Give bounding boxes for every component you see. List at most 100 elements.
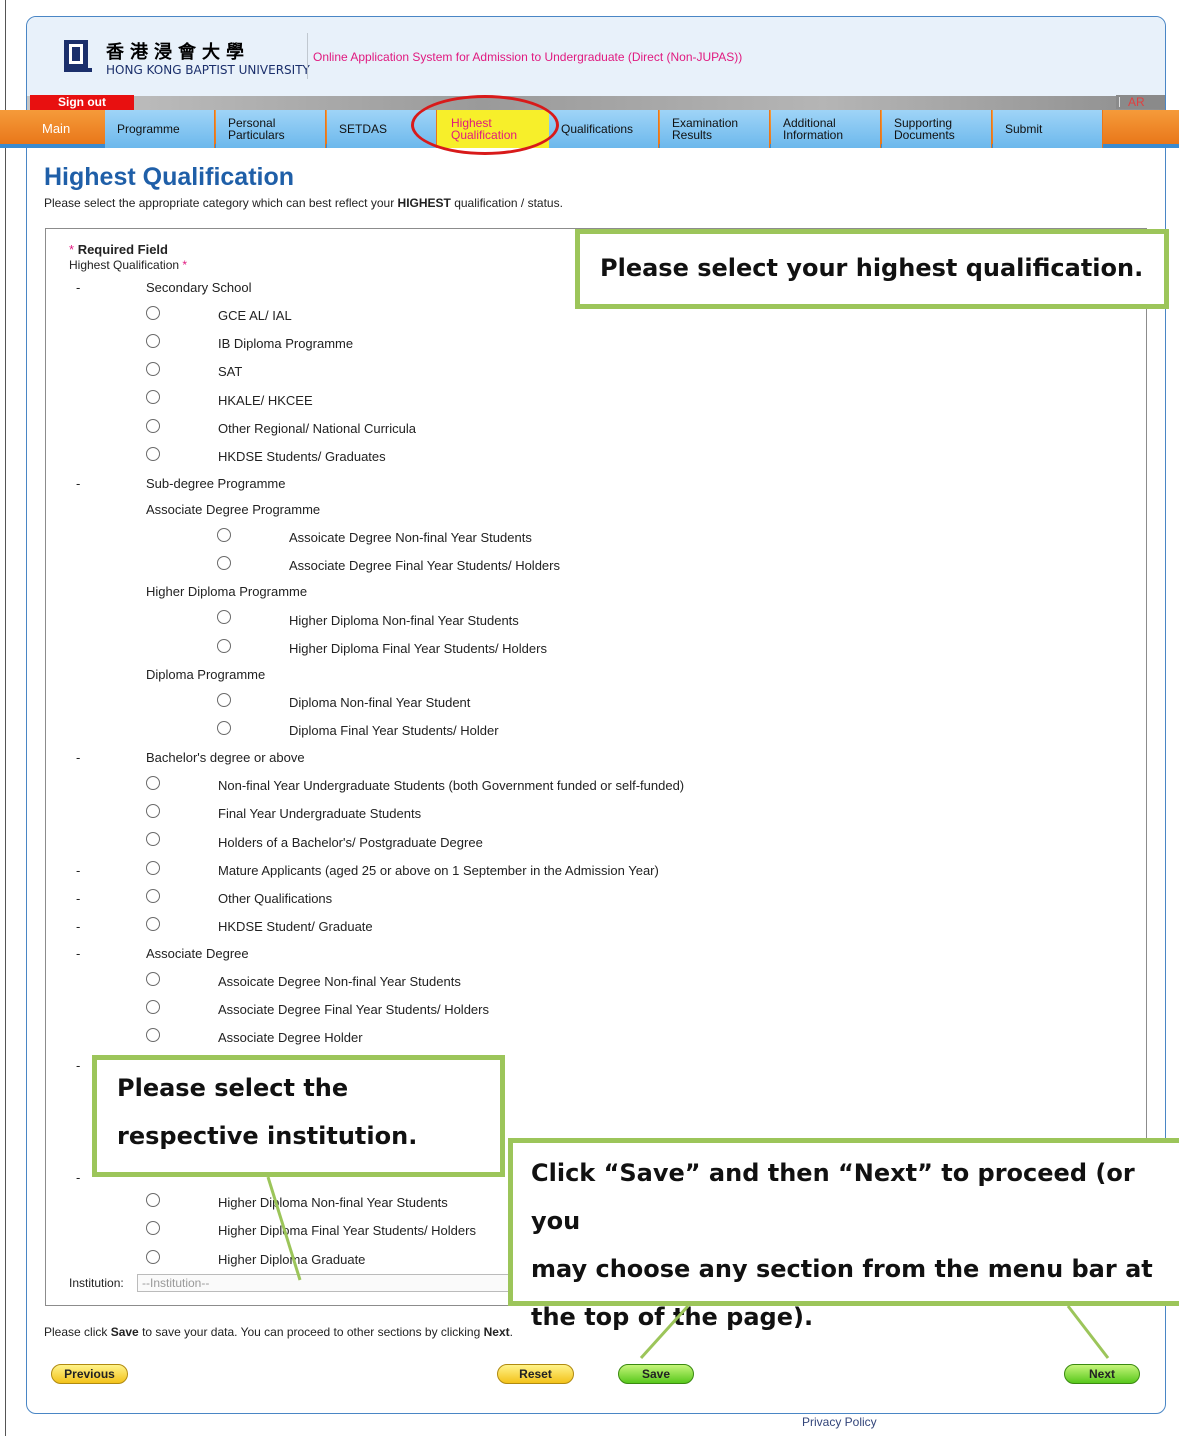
tab-personal-particulars[interactable]: Personal Particulars bbox=[216, 110, 326, 148]
option-label: Other Regional/ National Curricula bbox=[218, 421, 416, 436]
option-label: Final Year Undergraduate Students bbox=[218, 806, 422, 821]
callout-institution: Please select the respective institution… bbox=[92, 1055, 505, 1177]
institution-select[interactable]: --Institution-- bbox=[137, 1274, 517, 1292]
tab-label: Information bbox=[783, 128, 844, 142]
radio-hd2-nonfinal[interactable] bbox=[146, 1193, 160, 1207]
callout-save-next: Click “Save” and then “Next” to proceed … bbox=[508, 1138, 1179, 1331]
system-title: Online Application System for Admission … bbox=[313, 50, 743, 64]
radio-hd-final[interactable] bbox=[217, 639, 231, 653]
tab-programme[interactable]: Programme bbox=[105, 110, 215, 148]
save-instruction: Please click Save to save your data. You… bbox=[44, 1325, 513, 1339]
subgroup-hd-programme: Higher Diploma Programme bbox=[146, 584, 308, 599]
group-associate-degree: Associate Degree bbox=[146, 946, 249, 961]
tab-examination-results[interactable]: Examination Results bbox=[660, 110, 770, 148]
tab-label: SETDAS bbox=[339, 122, 388, 136]
tab-submit[interactable]: Submit bbox=[993, 110, 1103, 148]
required-field-note: * Required Field bbox=[69, 242, 168, 257]
group-dash: - bbox=[76, 919, 81, 934]
option-label: Associate Degree Holder bbox=[218, 1030, 363, 1045]
radio-assoc2-final[interactable] bbox=[146, 1000, 160, 1014]
privacy-policy-link[interactable]: Privacy Policy bbox=[802, 1415, 877, 1429]
tab-label: Particulars bbox=[228, 128, 285, 142]
next-button[interactable]: Next bbox=[1064, 1364, 1140, 1384]
group-dash: - bbox=[76, 891, 81, 906]
callout-line: Please select the bbox=[117, 1074, 349, 1102]
group-secondary-school: Secondary School bbox=[146, 280, 252, 295]
radio-mature[interactable] bbox=[146, 861, 160, 875]
save-button[interactable]: Save bbox=[618, 1364, 694, 1384]
callout-line: Click “Save” and then “Next” to proceed … bbox=[531, 1159, 1135, 1235]
radio-assoc-nonfinal[interactable] bbox=[217, 528, 231, 542]
group-dash: - bbox=[76, 863, 81, 878]
tab-qualifications[interactable]: Qualifications bbox=[549, 110, 659, 148]
hkbu-logo-icon bbox=[62, 37, 96, 73]
tab-supporting-documents[interactable]: Supporting Documents bbox=[882, 110, 992, 148]
radio-assoc2-holder[interactable] bbox=[146, 1028, 160, 1042]
callout-line: may choose any section from the menu bar… bbox=[531, 1255, 1153, 1283]
tab-label: Qualifications bbox=[561, 122, 634, 136]
group-dash: - bbox=[76, 476, 81, 491]
group-dash: - bbox=[76, 280, 81, 295]
required-field-label: Required Field bbox=[77, 242, 168, 257]
language-toggle[interactable]: AR bbox=[1116, 95, 1165, 109]
note-text: to save your data. You can proceed to ot… bbox=[138, 1325, 484, 1339]
option-label: Associate Degree Final Year Students/ Ho… bbox=[218, 1002, 489, 1017]
radio-bachelor-holders[interactable] bbox=[146, 832, 160, 846]
option-label: Higher Diploma Final Year Students/ Hold… bbox=[218, 1223, 476, 1238]
option-label: Higher Diploma Non-final Year Students bbox=[289, 613, 519, 628]
radio-hkdse-students[interactable] bbox=[146, 447, 160, 461]
top-grey-bar bbox=[27, 96, 1165, 110]
note-bold: Next bbox=[483, 1325, 510, 1339]
radio-diploma-final[interactable] bbox=[217, 721, 231, 735]
page-subtitle: Please select the appropriate category w… bbox=[44, 196, 563, 210]
option-label: GCE AL/ IAL bbox=[218, 308, 292, 323]
field-label: Highest Qualification bbox=[69, 258, 180, 272]
option-label: HKDSE Student/ Graduate bbox=[218, 919, 373, 934]
group-dash: - bbox=[76, 750, 81, 765]
radio-hd2-graduate[interactable] bbox=[146, 1250, 160, 1264]
subtitle-text: qualification / status. bbox=[450, 196, 563, 210]
radio-hkale[interactable] bbox=[146, 390, 160, 404]
subgroup-associate-programme: Associate Degree Programme bbox=[146, 502, 321, 517]
radio-ug-nonfinal[interactable] bbox=[146, 776, 160, 790]
option-label: Assoicate Degree Non-final Year Students bbox=[289, 530, 532, 545]
radio-other-qualifications[interactable] bbox=[146, 889, 160, 903]
group-dash: - bbox=[76, 1170, 81, 1185]
radio-ug-final[interactable] bbox=[146, 804, 160, 818]
radio-other-regional[interactable] bbox=[146, 419, 160, 433]
radio-assoc-final[interactable] bbox=[217, 556, 231, 570]
option-label: Associate Degree Final Year Students/ Ho… bbox=[289, 558, 560, 573]
tab-main[interactable]: Main bbox=[30, 110, 102, 148]
option-label: HKDSE Students/ Graduates bbox=[218, 449, 386, 464]
reset-button[interactable]: Reset bbox=[497, 1364, 574, 1384]
required-star: * bbox=[182, 258, 188, 272]
radio-sat[interactable] bbox=[146, 362, 160, 376]
radio-ib[interactable] bbox=[146, 334, 160, 348]
sign-out-button[interactable]: Sign out bbox=[30, 95, 134, 110]
radio-diploma-nonfinal[interactable] bbox=[217, 693, 231, 707]
page-title: Highest Qualification bbox=[44, 163, 295, 191]
radio-hkdse-student[interactable] bbox=[146, 917, 160, 931]
header-divider bbox=[307, 33, 308, 79]
group-sub-degree: Sub-degree Programme bbox=[146, 476, 286, 491]
required-star: * bbox=[69, 242, 75, 257]
note-text: Please click bbox=[44, 1325, 111, 1339]
radio-assoc2-nonfinal[interactable] bbox=[146, 972, 160, 986]
previous-button[interactable]: Previous bbox=[51, 1364, 128, 1384]
logo-chinese-name: 香港浸會大學 bbox=[106, 42, 250, 63]
tab-label: Submit bbox=[1005, 122, 1043, 136]
option-label: Other Qualifications bbox=[218, 891, 333, 906]
tab-additional-information[interactable]: Additional Information bbox=[771, 110, 881, 148]
radio-gce[interactable] bbox=[146, 306, 160, 320]
radio-hd-nonfinal[interactable] bbox=[217, 610, 231, 624]
tab-highlight-circle bbox=[411, 95, 559, 155]
option-label: Higher Diploma Graduate bbox=[218, 1252, 366, 1267]
highest-qualification-label: Highest Qualification * bbox=[69, 258, 187, 272]
group-bachelor: Bachelor's degree or above bbox=[146, 750, 305, 765]
left-border-line bbox=[5, 0, 6, 1436]
radio-hd2-final[interactable] bbox=[146, 1221, 160, 1235]
option-label: SAT bbox=[218, 364, 243, 379]
option-label: Higher Diploma Final Year Students/ Hold… bbox=[289, 641, 547, 656]
option-label: IB Diploma Programme bbox=[218, 336, 354, 351]
callout-line: respective institution. bbox=[117, 1122, 418, 1150]
